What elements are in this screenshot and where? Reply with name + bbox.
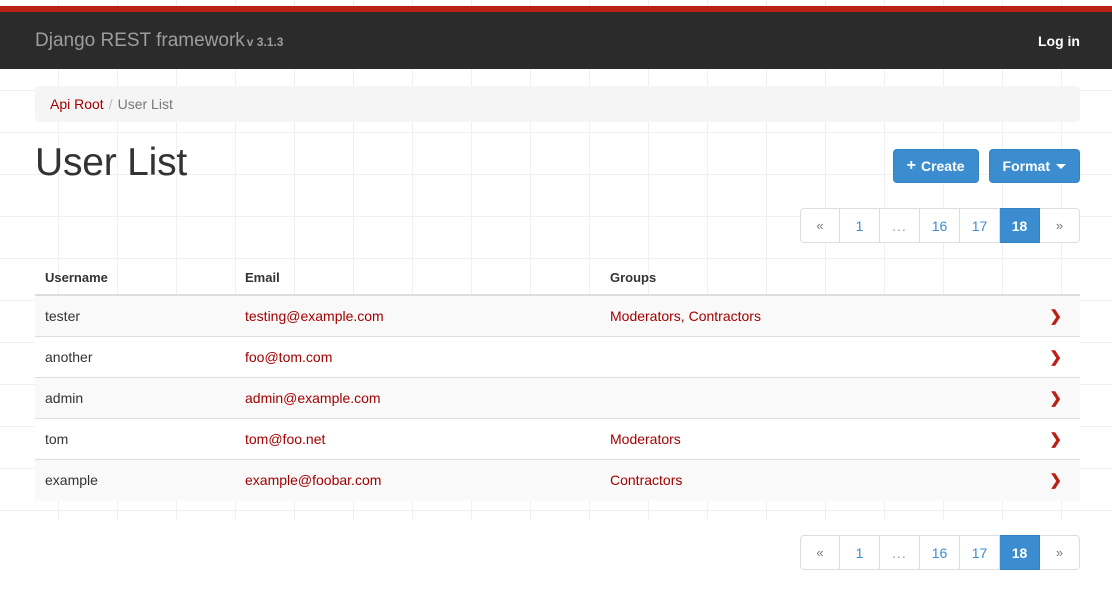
groups-text: Moderators, Contractors — [610, 308, 761, 324]
login-link[interactable]: Log in — [1038, 31, 1080, 51]
table-row[interactable]: tester testing@example.com Moderators, C… — [35, 294, 1080, 337]
cell-action: ❯ — [1000, 418, 1080, 460]
format-dropdown-button[interactable]: Format — [988, 149, 1080, 183]
column-header-groups: Groups — [600, 262, 1000, 296]
pagination-page-18[interactable]: 18 — [1000, 535, 1040, 570]
pagination-page-17[interactable]: 17 — [960, 535, 1000, 570]
groups-text: Contractors — [610, 472, 683, 489]
table-row[interactable]: example example@foobar.com Contractors ❯ — [35, 459, 1080, 501]
header-actions: + Create Format — [892, 149, 1080, 183]
cell-action: ❯ — [1000, 336, 1080, 378]
table-row[interactable]: tom tom@foo.net Moderators ❯ — [35, 418, 1080, 460]
groups-text: Moderators — [610, 431, 681, 447]
email-link[interactable]: admin@example.com — [245, 390, 381, 406]
user-table: Username Email Groups tester testing@exa… — [35, 262, 1080, 501]
navbar: Django REST framework v 3.1.3 Log in — [0, 12, 1112, 69]
cell-username: tester — [35, 294, 235, 337]
cell-email: example@foobar.com — [235, 459, 600, 501]
cell-username: another — [35, 336, 235, 378]
cell-action: ❯ — [1000, 294, 1080, 337]
cell-action: ❯ — [1000, 459, 1080, 501]
breadcrumb-item-user-list: User List — [117, 96, 173, 112]
email-link[interactable]: foo@tom.com — [245, 349, 332, 365]
cell-email: admin@example.com — [235, 377, 600, 419]
email-link[interactable]: testing@example.com — [245, 308, 384, 324]
cell-email: tom@foo.net — [235, 418, 600, 460]
page-title: User List — [35, 141, 188, 184]
breadcrumb-item-api-root[interactable]: Api Root — [50, 96, 104, 112]
breadcrumb-separator: / — [108, 96, 113, 112]
chevron-down-icon — [1056, 163, 1066, 169]
pagination-page-1[interactable]: 1 — [840, 208, 880, 243]
cell-username: admin — [35, 377, 235, 419]
navbar-brand-text: Django REST framework — [35, 30, 245, 51]
format-button-label: Format — [1002, 158, 1050, 174]
cell-username: example — [35, 459, 235, 501]
pagination-prev[interactable]: « — [800, 208, 840, 243]
pagination-ellipsis: ... — [880, 535, 920, 570]
table-row[interactable]: another foo@tom.com ❯ — [35, 336, 1080, 378]
pagination-page-1[interactable]: 1 — [840, 535, 880, 570]
cell-groups: Contractors — [600, 459, 1000, 501]
cell-username: tom — [35, 418, 235, 460]
cell-groups — [600, 377, 1000, 419]
create-button-label: Create — [920, 158, 965, 174]
email-link[interactable]: example@foobar.com — [245, 472, 381, 488]
column-header-username: Username — [35, 262, 235, 296]
pagination-page-18[interactable]: 18 — [1000, 208, 1040, 243]
pagination-prev[interactable]: « — [800, 535, 840, 570]
pagination-page-16[interactable]: 16 — [920, 208, 960, 243]
pagination-page-16[interactable]: 16 — [920, 535, 960, 570]
table-head: Username Email Groups — [35, 262, 1080, 296]
chevron-right-icon[interactable]: ❯ — [1049, 432, 1062, 447]
pagination-next[interactable]: » — [1040, 535, 1080, 570]
chevron-right-icon[interactable]: ❯ — [1049, 309, 1062, 324]
pagination-top: « 1 ... 16 17 18 » — [800, 208, 1080, 243]
table-body: tester testing@example.com Moderators, C… — [35, 294, 1080, 501]
column-header-email: Email — [235, 262, 600, 296]
cell-groups: Moderators — [600, 418, 1000, 460]
table-row[interactable]: admin admin@example.com ❯ — [35, 377, 1080, 419]
email-link[interactable]: tom@foo.net — [245, 431, 325, 447]
breadcrumb: Api Root / User List — [35, 86, 1080, 122]
pagination-next[interactable]: » — [1040, 208, 1080, 243]
create-button[interactable]: + Create — [892, 149, 979, 183]
chevron-right-icon[interactable]: ❯ — [1049, 391, 1062, 406]
cell-groups: Moderators, Contractors — [600, 294, 1000, 337]
plus-icon: + — [906, 157, 916, 174]
column-header-action — [1000, 262, 1080, 296]
chevron-right-icon[interactable]: ❯ — [1049, 473, 1062, 488]
pagination-ellipsis: ... — [880, 208, 920, 243]
navbar-version: v 3.1.3 — [246, 35, 284, 49]
table-header-row: Username Email Groups — [35, 262, 1080, 296]
cell-email: foo@tom.com — [235, 336, 600, 378]
pagination-bottom: « 1 ... 16 17 18 » — [800, 535, 1080, 570]
chevron-right-icon[interactable]: ❯ — [1049, 350, 1062, 365]
cell-action: ❯ — [1000, 377, 1080, 419]
cell-email: testing@example.com — [235, 294, 600, 337]
cell-groups — [600, 336, 1000, 378]
pagination-page-17[interactable]: 17 — [960, 208, 1000, 243]
navbar-brand[interactable]: Django REST framework v 3.1.3 — [35, 30, 283, 53]
